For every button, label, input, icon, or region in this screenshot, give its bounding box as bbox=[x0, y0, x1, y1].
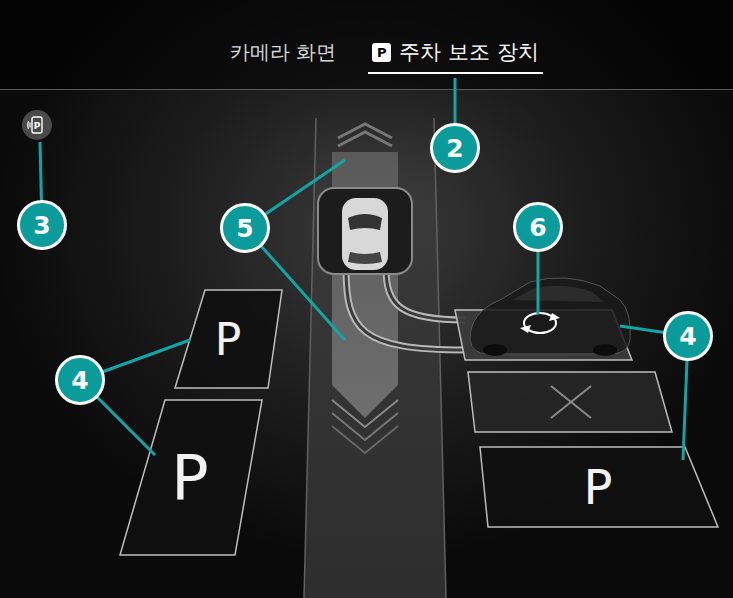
spot-label: P bbox=[171, 447, 208, 509]
parking-spot[interactable] bbox=[468, 372, 672, 432]
callout-number: 4 bbox=[71, 368, 88, 393]
callout: 2 bbox=[430, 123, 480, 173]
blocked-x-icon bbox=[551, 386, 591, 418]
tab-bar: 카메라 화면 P 주차 보조 장치 bbox=[0, 0, 733, 90]
callout: 3 bbox=[17, 200, 67, 250]
remote-glyph: P bbox=[34, 121, 41, 131]
spot-label: P bbox=[584, 463, 613, 511]
parking-path bbox=[346, 268, 465, 350]
callout: 4 bbox=[663, 311, 713, 361]
parking-spot[interactable] bbox=[455, 278, 632, 360]
callout: 6 bbox=[513, 202, 563, 252]
remote-parking-icon[interactable]: P bbox=[22, 110, 52, 140]
rotate-icon bbox=[520, 313, 560, 333]
callout-number: 3 bbox=[33, 213, 50, 238]
tab[interactable]: 카메라 화면 bbox=[226, 38, 340, 74]
callout-number: 6 bbox=[529, 215, 546, 240]
road bbox=[304, 118, 446, 598]
spot-label: P bbox=[215, 318, 242, 362]
callout-number: 2 bbox=[446, 136, 463, 161]
parking-badge: P bbox=[372, 43, 391, 62]
callout-number: 5 bbox=[236, 216, 253, 241]
own-car-icon bbox=[318, 188, 412, 274]
parking-spot[interactable] bbox=[120, 400, 262, 555]
callout-number: 4 bbox=[679, 324, 696, 349]
parking-assist-screen: 카메라 화면 P 주차 보조 장치 bbox=[0, 0, 733, 598]
parking-spot[interactable] bbox=[480, 447, 718, 527]
parking-spot[interactable] bbox=[175, 290, 282, 388]
callout: 4 bbox=[55, 355, 105, 405]
tab-label: 주차 보조 장치 bbox=[399, 40, 538, 64]
parked-car-icon bbox=[470, 278, 630, 356]
callout: 5 bbox=[220, 203, 270, 253]
phone-icon: P bbox=[27, 115, 47, 135]
tab-label: 카메라 화면 bbox=[230, 40, 336, 64]
tab[interactable]: P 주차 보조 장치 bbox=[368, 38, 542, 74]
